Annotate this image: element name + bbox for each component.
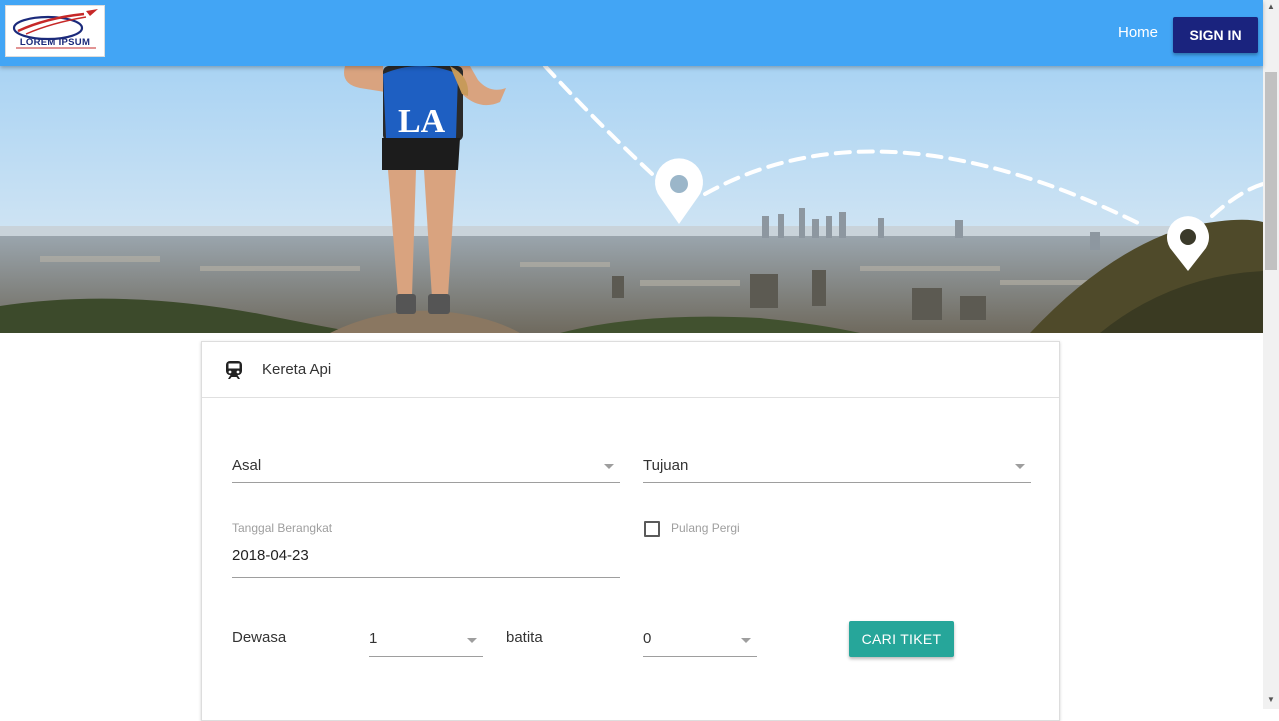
nav-home-link[interactable]: Home: [1118, 24, 1158, 41]
page-scrollbar[interactable]: ▲ ▼: [1263, 0, 1279, 709]
destination-select[interactable]: Tujuan: [643, 445, 1031, 483]
hero-city-illustration: LA: [0, 66, 1263, 333]
search-ticket-button[interactable]: CARI TIKET: [849, 621, 954, 657]
ticket-search-card: Kereta Api Asal Tujuan Tanggal Berangkat…: [201, 341, 1060, 721]
scroll-down-arrow-icon[interactable]: ▼: [1263, 693, 1279, 707]
adult-label: Dewasa: [232, 629, 287, 646]
infant-count-value: 0: [643, 630, 652, 647]
chevron-down-icon: [604, 464, 614, 469]
infant-count-select[interactable]: 0: [643, 619, 757, 657]
card-title: Kereta Api: [262, 361, 332, 378]
chevron-down-icon: [741, 638, 751, 643]
round-trip-label: Pulang Pergi: [671, 521, 740, 535]
hero-banner: LA: [0, 66, 1263, 333]
destination-select-value: Tujuan: [643, 457, 689, 474]
infant-label: batita: [506, 629, 543, 646]
logo-text: LOREM IPSUM: [19, 37, 91, 48]
sign-in-button[interactable]: SIGN IN: [1173, 17, 1258, 53]
svg-text:LA: LA: [398, 103, 446, 140]
adult-count-select[interactable]: 1: [369, 619, 483, 657]
adult-count-value: 1: [369, 630, 378, 647]
top-navbar: LOREM IPSUM Home SIGN IN: [0, 0, 1263, 66]
logo-graphic: [12, 9, 98, 49]
departure-date-label: Tanggal Berangkat: [232, 521, 333, 535]
round-trip-checkbox[interactable]: [644, 521, 660, 537]
train-icon: [226, 361, 242, 379]
brand-logo[interactable]: LOREM IPSUM: [5, 5, 105, 57]
origin-select-value: Asal: [232, 457, 262, 474]
scroll-up-arrow-icon[interactable]: ▲: [1263, 0, 1279, 14]
card-header: Kereta Api: [202, 342, 1059, 398]
scroll-thumb[interactable]: [1265, 72, 1277, 270]
departure-date-field[interactable]: 2018-04-23: [232, 538, 620, 578]
chevron-down-icon: [467, 638, 477, 643]
origin-select[interactable]: Asal: [232, 445, 620, 483]
departure-date-value: 2018-04-23: [232, 547, 309, 564]
chevron-down-icon: [1015, 464, 1025, 469]
